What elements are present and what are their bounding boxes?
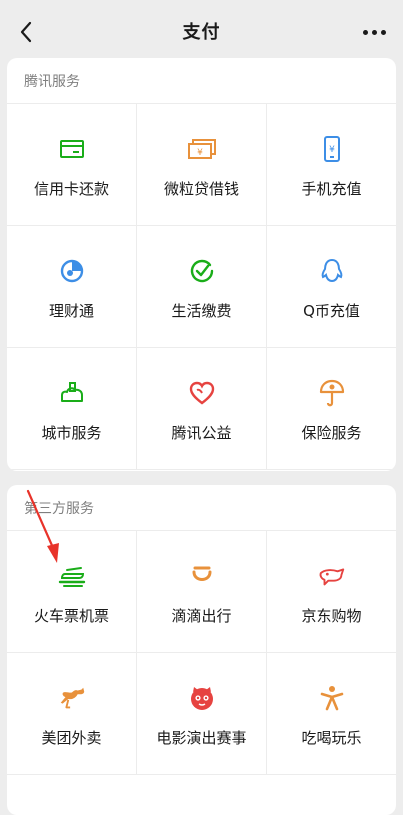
service-label: 城市服务 [41,424,102,442]
service-label: 微粒贷借钱 [163,180,239,198]
service-city[interactable]: 城市服务 [7,348,137,470]
service-label: 信用卡还款 [33,180,109,198]
service-weilidai[interactable]: ¥ 微粒贷借钱 [137,104,267,226]
service-didi[interactable]: 滴滴出行 [137,531,267,653]
wealth-icon [57,256,87,286]
city-icon [57,378,87,408]
service-label: 美团外卖 [41,729,102,747]
umbrella-icon [317,378,347,408]
jd-dog-icon [317,561,347,591]
credit-card-icon [57,134,87,164]
service-food-fun[interactable]: 吃喝玩乐 [267,653,396,775]
service-q-coin[interactable]: Q币充值 [267,226,396,348]
service-label: 腾讯公益 [171,424,232,442]
svg-text:¥: ¥ [329,145,335,155]
page-title: 支付 [182,22,221,43]
didi-icon [187,561,217,591]
service-phone-topup[interactable]: ¥ 手机充值 [267,104,396,226]
service-meituan[interactable]: 美团外卖 [7,653,137,775]
service-label: 火车票机票 [33,607,109,625]
service-label: 电影演出赛事 [156,729,247,747]
charity-heart-icon [187,378,217,408]
service-licaitong[interactable]: 理财通 [7,226,137,348]
back-icon[interactable] [12,18,40,46]
section-title: 腾讯服务 [7,58,396,104]
service-jd[interactable]: 京东购物 [267,531,396,653]
cash-icon: ¥ [187,134,217,164]
service-movies-shows[interactable]: 电影演出赛事 [137,653,267,775]
service-label: 京东购物 [301,607,362,625]
more-options-icon[interactable] [359,20,389,44]
qq-penguin-icon [317,256,347,286]
service-label: 理财通 [48,302,94,320]
section-tencent-services: 腾讯服务 信用卡还款 ¥ 微粒贷借钱 ¥ 手机充值 理财通 生活缴费 Q币充值 … [7,58,396,471]
service-label: 保险服务 [301,424,362,442]
service-insurance[interactable]: 保险服务 [267,348,396,470]
kangaroo-icon [57,683,87,713]
person-fun-icon [317,683,347,713]
movie-cat-icon [187,683,217,713]
service-credit-card-repay[interactable]: 信用卡还款 [7,104,137,226]
service-label: 生活缴费 [171,302,232,320]
service-label: Q币充值 [303,302,360,320]
service-charity[interactable]: 腾讯公益 [137,348,267,470]
bill-check-icon [187,256,217,286]
service-utility-bills[interactable]: 生活缴费 [137,226,267,348]
service-label: 手机充值 [301,180,362,198]
annotation-arrow-icon [26,489,59,563]
service-label: 吃喝玩乐 [301,729,362,747]
service-label: 滴滴出行 [171,607,232,625]
svg-text:¥: ¥ [197,148,203,158]
phone-icon: ¥ [317,134,347,164]
navigation-bar: 支付 [0,0,403,62]
